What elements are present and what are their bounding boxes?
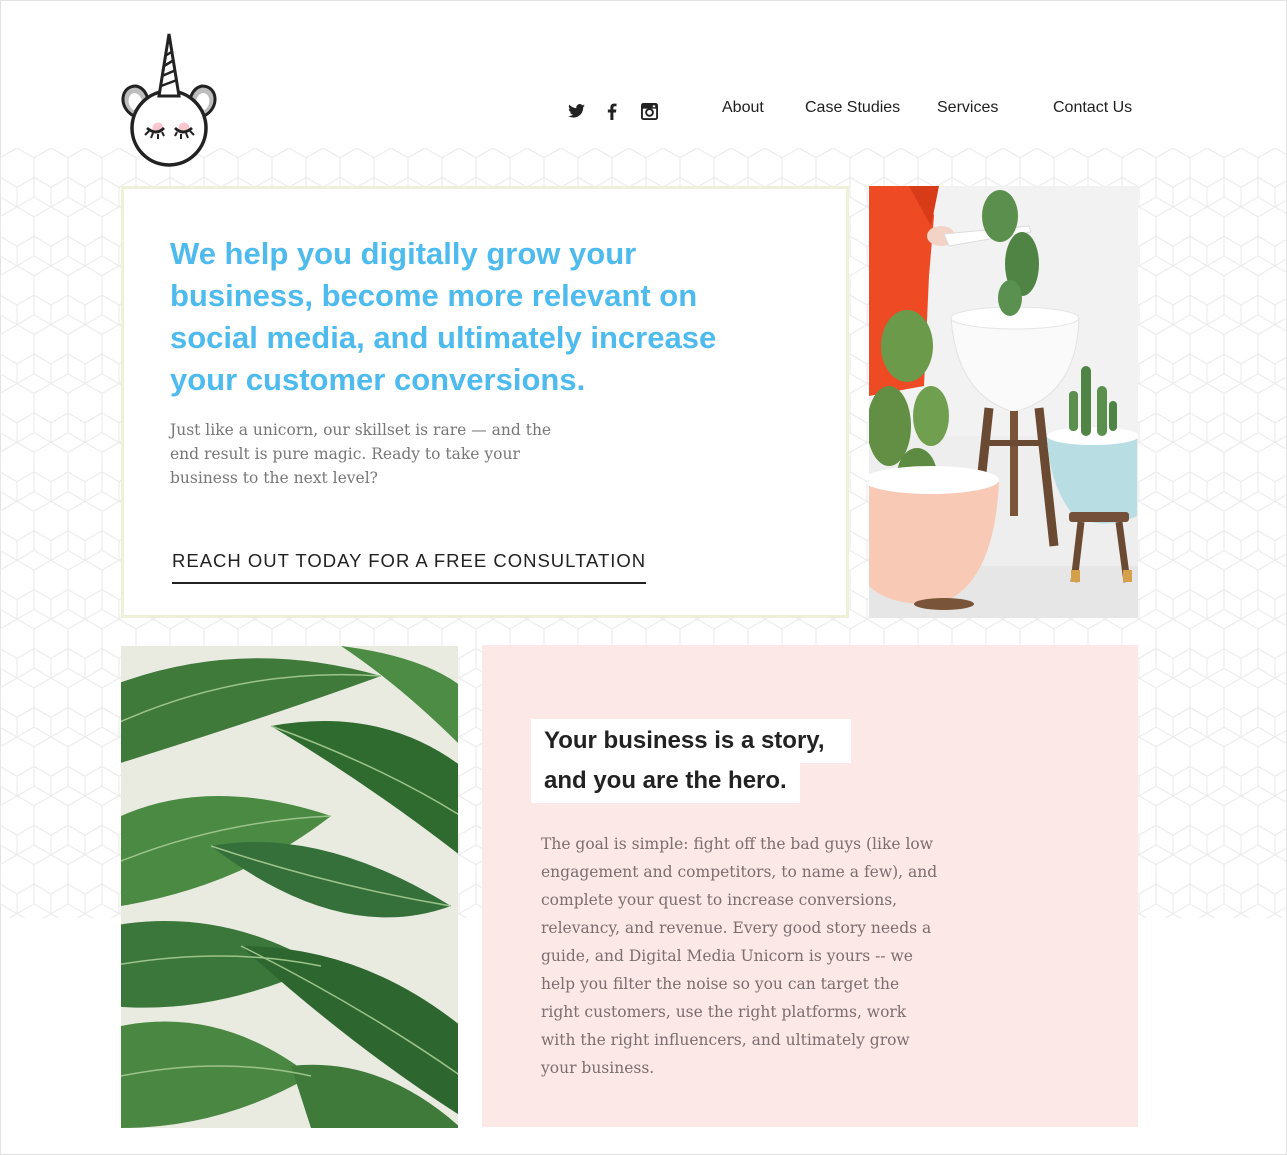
story-panel: Your business is a story, and you are th… — [482, 645, 1138, 1127]
instagram-icon[interactable] — [638, 100, 660, 122]
story-heading-line-2: and you are the hero. — [531, 759, 800, 803]
hero-card: We help you digitally grow your business… — [121, 186, 849, 618]
cactus-photo — [869, 186, 1138, 618]
nav-about[interactable]: About — [722, 99, 764, 117]
hero-title: We help you digitally grow your business… — [170, 236, 717, 397]
facebook-icon[interactable] — [601, 100, 623, 122]
nav-contact-us[interactable]: Contact Us — [1053, 99, 1132, 117]
hero-subtitle: Just like a unicorn, our skillset is rar… — [170, 421, 552, 487]
twitter-icon[interactable] — [565, 100, 587, 122]
free-consultation-link[interactable]: REACH OUT TODAY FOR A FREE CONSULTATION — [172, 550, 647, 584]
story-body: The goal is simple: fight off the bad gu… — [541, 835, 938, 1077]
unicorn-logo[interactable] — [116, 30, 224, 170]
nav-case-studies[interactable]: Case Studies — [805, 99, 900, 117]
palm-leaf-photo — [121, 646, 458, 1128]
story-heading-line-1: Your business is a story, — [531, 719, 851, 763]
nav-services[interactable]: Services — [937, 99, 998, 117]
